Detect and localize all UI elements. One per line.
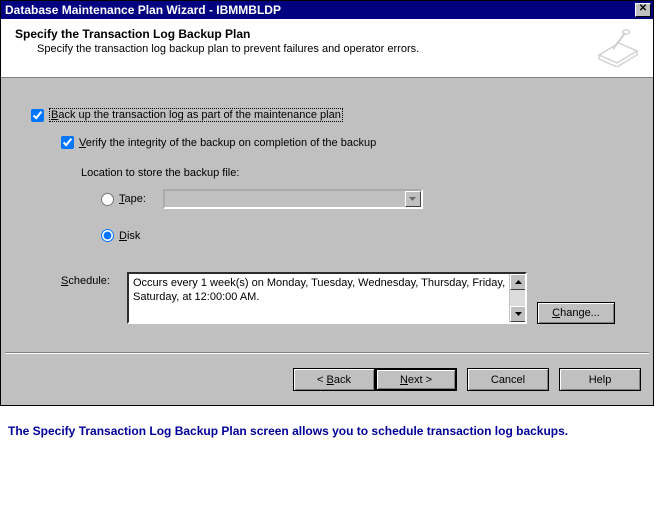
- titlebar: Database Maintenance Plan Wizard - IBMMB…: [1, 1, 653, 19]
- chevron-up-icon: [515, 280, 522, 284]
- verify-checkbox-label[interactable]: Verify the integrity of the backup on co…: [79, 137, 376, 149]
- label-rest: ape:: [125, 193, 146, 205]
- location-radio-group: Tape: Disk: [31, 189, 623, 242]
- mnemonic: N: [400, 374, 408, 386]
- schedule-text: Occurs every 1 week(s) on Monday, Tuesda…: [133, 277, 505, 303]
- label-rest: chedule:: [68, 275, 110, 287]
- wizard-footer: < Back Next > Cancel Help: [1, 364, 653, 405]
- label-rest: hange...: [560, 307, 600, 319]
- arrow: <: [317, 374, 326, 386]
- chevron-down-icon: [515, 312, 522, 316]
- tape-radio-label[interactable]: Tape:: [119, 193, 146, 205]
- change-button-wrap: Change...: [537, 272, 615, 324]
- scroll-down-button[interactable]: [510, 306, 526, 322]
- wizard-window: Database Maintenance Plan Wizard - IBMMB…: [0, 0, 654, 406]
- verify-checkbox-row: Verify the integrity of the backup on co…: [31, 136, 623, 149]
- backup-checkbox-row: Back up the transaction log as part of t…: [31, 108, 623, 122]
- page-title: Specify the Transaction Log Backup Plan: [15, 27, 595, 41]
- label-rest: ext >: [408, 374, 432, 386]
- scroll-up-button[interactable]: [510, 274, 526, 290]
- disk-radio[interactable]: [101, 229, 114, 242]
- page-subtitle: Specify the transaction log backup plan …: [15, 43, 595, 55]
- disk-radio-label[interactable]: Disk: [119, 230, 140, 242]
- label-rest: isk: [127, 230, 140, 242]
- back-button[interactable]: < Back: [293, 368, 375, 391]
- mnemonic: V: [79, 137, 86, 149]
- schedule-textarea[interactable]: Occurs every 1 week(s) on Monday, Tuesda…: [127, 272, 527, 324]
- schedule-row: Schedule: Occurs every 1 week(s) on Mond…: [31, 272, 623, 324]
- tape-radio[interactable]: [101, 193, 114, 206]
- mnemonic: D: [119, 230, 127, 242]
- nav-button-pair: < Back Next >: [293, 368, 457, 391]
- wizard-header: Specify the Transaction Log Backup Plan …: [1, 19, 653, 78]
- wizard-body: Back up the transaction log as part of t…: [1, 78, 653, 334]
- separator: [5, 352, 649, 354]
- backup-checkbox[interactable]: [31, 109, 44, 122]
- tape-radio-row: Tape:: [101, 189, 623, 209]
- schedule-label: Schedule:: [61, 272, 117, 287]
- next-button[interactable]: Next >: [375, 368, 457, 391]
- verify-checkbox[interactable]: [61, 136, 74, 149]
- header-text-block: Specify the Transaction Log Backup Plan …: [15, 27, 595, 55]
- change-button[interactable]: Change...: [537, 302, 615, 324]
- mnemonic: C: [552, 307, 560, 319]
- close-icon: ✕: [639, 3, 647, 14]
- figure-caption: The Specify Transaction Log Backup Plan …: [0, 406, 662, 448]
- dropdown-button[interactable]: [405, 191, 421, 207]
- mnemonic: B: [327, 374, 334, 386]
- scrollbar[interactable]: [509, 274, 525, 322]
- label-rest: ack up the transaction log as part of th…: [58, 109, 341, 121]
- chevron-down-icon: [409, 197, 416, 201]
- location-label: Location to store the backup file:: [31, 167, 623, 179]
- window-title: Database Maintenance Plan Wizard - IBMMB…: [5, 3, 281, 17]
- disk-radio-row: Disk: [101, 229, 623, 242]
- cancel-button[interactable]: Cancel: [467, 368, 549, 391]
- database-wizard-icon: [595, 27, 641, 67]
- help-button[interactable]: Help: [559, 368, 641, 391]
- tape-dropdown[interactable]: [163, 189, 423, 209]
- label-rest: ack: [334, 374, 351, 386]
- backup-checkbox-label[interactable]: Back up the transaction log as part of t…: [49, 108, 343, 122]
- label-rest: erify the integrity of the backup on com…: [86, 137, 376, 149]
- close-button[interactable]: ✕: [635, 3, 651, 17]
